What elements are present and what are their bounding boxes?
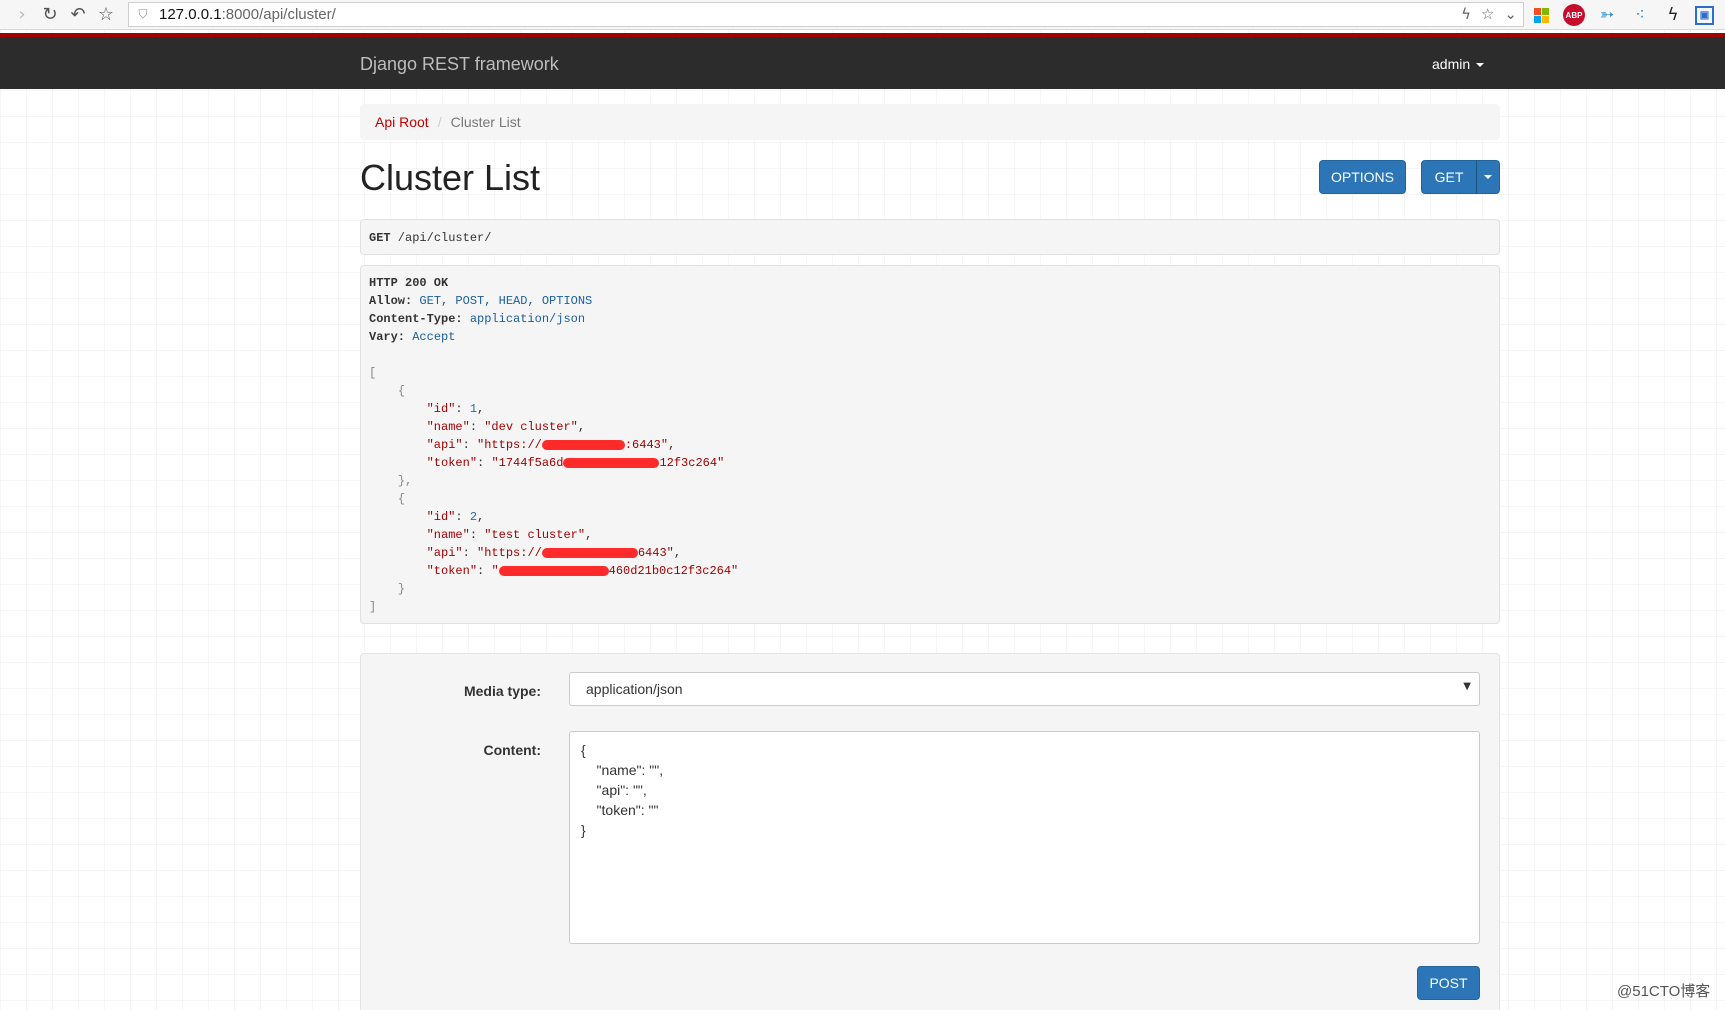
shield-icon: ⛉ [138,7,148,21]
header-name: Vary: [369,330,406,344]
request-info: GET /api/cluster/ [360,219,1500,255]
breadcrumb-api-root[interactable]: Api Root [375,114,429,130]
caret-down-icon [1476,63,1485,68]
url-host: 127.0.0.1 [159,6,222,23]
redaction-mark [498,565,609,576]
cluster-id: 2 [469,510,478,524]
send-arrow-icon[interactable]: ➳ [1596,4,1618,26]
brand-link[interactable]: Django REST framework [360,54,559,75]
media-type-value: application/json [586,681,683,697]
get-format-dropdown[interactable] [1476,160,1500,194]
address-bar[interactable]: ⛉ 127.0.0.1:8000/api/cluster/ ϟ ☆ ⌄ [128,2,1524,27]
header-name: Allow: [369,294,413,308]
chevron-down-icon[interactable]: ⌄ [1504,5,1517,23]
post-button[interactable]: POST [1417,966,1480,1000]
cluster-api-suffix: :6443" [624,438,669,452]
forward-icon[interactable]: › [8,1,36,29]
navbar: Django REST framework admin [0,33,1725,89]
cluster-token-prefix: "1744f5a6d [491,456,564,470]
get-button[interactable]: GET [1421,160,1477,194]
cluster-api-suffix: 6443" [637,546,674,560]
header-name: Content-Type: [369,312,463,326]
header-value: Accept [405,330,456,344]
options-button[interactable]: OPTIONS [1319,160,1406,194]
content-textarea[interactable]: { "name": "", "api": "", "token": "" } [569,731,1480,944]
extension-box-icon[interactable]: ▣ [1695,5,1714,25]
response-status: HTTP 200 OK [369,276,449,290]
cluster-name: "dev cluster" [484,420,578,434]
url-path: :8000/api/cluster/ [221,6,336,23]
cluster-name: "test cluster" [484,528,586,542]
breadcrumb-current: Cluster List [450,114,521,130]
cluster-api-prefix: "https:// [477,438,542,452]
cluster-id: 1 [469,402,478,416]
redaction-mark [541,547,638,558]
breadcrumb: Api Root / Cluster List [360,104,1500,140]
dropdown-arrow-icon: ▼ [1463,681,1471,692]
post-form: Media type: application/json ▼ Content: … [360,653,1500,1010]
watermark: @51CTO博客 [1617,983,1711,1000]
favorite-star-icon[interactable]: ☆ [1481,5,1494,23]
cluster-token-suffix: 12f3c264" [659,456,725,470]
reload-icon[interactable]: ↻ [36,1,64,29]
bookmark-star-icon[interactable]: ☆ [92,1,120,29]
cluster-token-suffix: 460d21b0c12f3c264" [608,564,739,578]
content-label: Content: [483,742,541,758]
lightning-bolt-icon[interactable]: ϟ [1662,4,1684,26]
undo-icon[interactable]: ↶ [64,1,92,29]
cluster-token-prefix: " [491,564,499,578]
apps-grid-icon[interactable] [1530,4,1552,26]
request-method: GET [369,231,391,245]
main-content: Api Root / Cluster List Cluster List OPT… [360,104,1500,1010]
caret-down-icon [1484,175,1492,179]
browser-toolbar: › ↻ ↶ ☆ ⛉ 127.0.0.1:8000/api/cluster/ ϟ … [0,0,1725,30]
request-path: /api/cluster/ [390,231,492,245]
page-title: Cluster List [360,157,541,198]
lightning-icon[interactable]: ϟ [1461,5,1471,23]
media-type-select[interactable]: application/json ▼ [569,672,1480,706]
share-icon[interactable]: ⁖ [1629,4,1651,26]
header-value: GET, POST, HEAD, OPTIONS [412,294,593,308]
cluster-api-prefix: "https:// [477,546,542,560]
response-info: HTTP 200 OK Allow: GET, POST, HEAD, OPTI… [360,265,1500,624]
redaction-mark [541,439,625,450]
adblock-icon[interactable]: ABP [1563,4,1585,26]
header-value: application/json [462,312,586,326]
user-menu[interactable]: admin [1432,56,1485,72]
user-name: admin [1432,56,1471,72]
redaction-mark [563,457,660,468]
breadcrumb-separator: / [437,114,442,130]
media-type-label: Media type: [463,683,541,699]
